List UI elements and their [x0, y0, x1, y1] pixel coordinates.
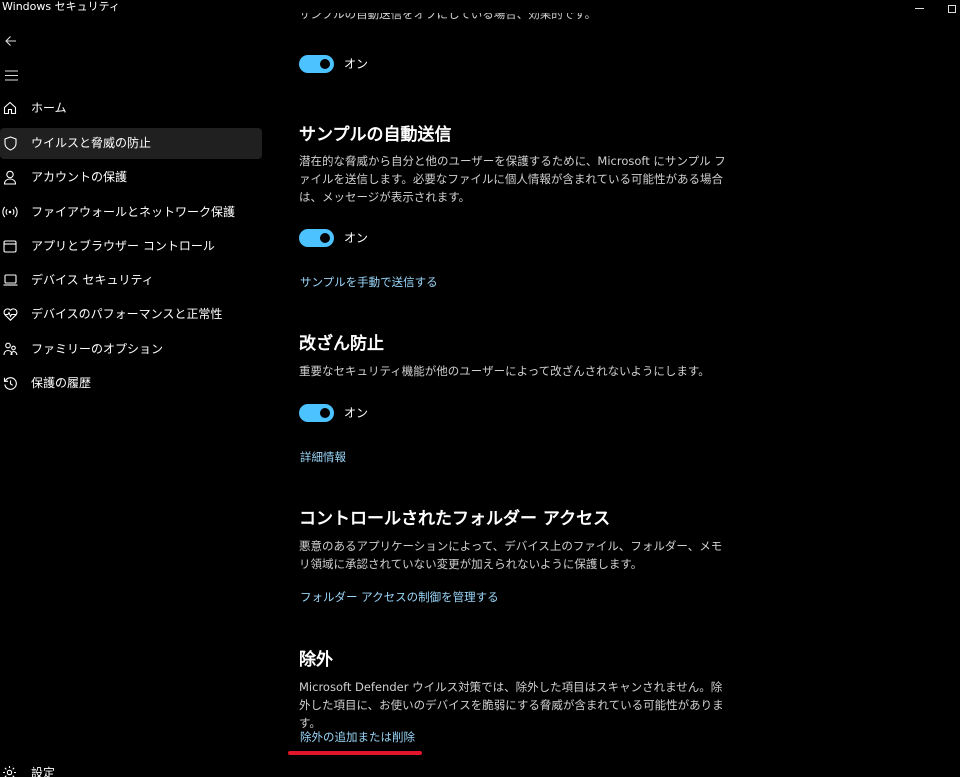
submit-sample-manually-link[interactable]: サンプルを手動で送信する: [300, 274, 438, 290]
laptop-icon: [2, 272, 18, 288]
sidebar: ホーム ウイルスと脅威の防止 アカウントの保護 ファイアウォールとネットワーク保…: [0, 16, 268, 777]
shield-icon: [2, 135, 18, 151]
maximize-button[interactable]: [945, 0, 959, 14]
sample-submission-title: サンプルの自動送信: [299, 125, 452, 145]
tamper-protection-description: 重要なセキュリティ機能が他のユーザーによって改ざんされないようにします。: [299, 364, 710, 378]
toggle-state-label: オン: [344, 231, 369, 245]
maximize-icon: [948, 4, 956, 13]
sidebar-item-label: デバイス セキュリティ: [31, 273, 154, 287]
sidebar-item-device-security[interactable]: デバイス セキュリティ: [0, 265, 262, 296]
sidebar-item-virus-threat-protection[interactable]: ウイルスと脅威の防止: [0, 128, 262, 159]
sidebar-item-label: ファイアウォールとネットワーク保護: [31, 205, 236, 219]
exclusions-description: Microsoft Defender ウイルス対策では、除外した項目はスキャンさ…: [299, 680, 724, 730]
wireless-icon: [2, 204, 18, 220]
hamburger-icon: [4, 69, 18, 81]
sample-submission-description: 潜在的な脅威から自分と他のユーザーを保護するために、Microsoft にサンプ…: [299, 154, 726, 204]
toggle-state-label: オン: [344, 406, 369, 420]
toggle-knob: [320, 59, 330, 69]
sidebar-item-label: デバイスのパフォーマンスと正常性: [31, 307, 223, 321]
history-icon: [2, 375, 18, 391]
person-icon: [2, 169, 18, 185]
sidebar-item-label: ホーム: [31, 101, 67, 115]
toggle-knob: [320, 408, 330, 418]
truncated-description: サンプルの自動送信をオフにしている場合、効果的です。: [299, 13, 739, 26]
gear-icon: [2, 765, 18, 777]
minimize-button[interactable]: [912, 0, 926, 14]
sidebar-item-label: アカウントの保護: [31, 170, 128, 184]
sidebar-item-device-performance[interactable]: デバイスのパフォーマンスと正常性: [0, 299, 262, 330]
sidebar-item-protection-history[interactable]: 保護の履歴: [0, 368, 262, 399]
heart-pulse-icon: [2, 306, 18, 322]
manage-controlled-folder-access-link[interactable]: フォルダー アクセスの制御を管理する: [300, 589, 499, 605]
truncated-description-text: サンプルの自動送信をオフにしている場合、効果的です。: [299, 13, 597, 21]
sidebar-item-firewall[interactable]: ファイアウォールとネットワーク保護: [0, 197, 262, 228]
sample-submission-toggle[interactable]: [299, 229, 334, 247]
back-button[interactable]: [0, 30, 22, 52]
learn-more-link[interactable]: 詳細情報: [300, 449, 346, 465]
family-icon: [2, 341, 18, 357]
sidebar-item-label: ファミリーのオプション: [31, 342, 164, 356]
tamper-protection-title: 改ざん防止: [299, 334, 384, 354]
toggle-knob: [320, 233, 330, 243]
windows-security-window: Windows セキュリティ ホーム ウイルスと脅威の防止 アカウントの保護 フ…: [0, 0, 960, 777]
exclusions-title: 除外: [299, 650, 333, 670]
sidebar-item-home[interactable]: ホーム: [0, 93, 262, 124]
sidebar-item-label: アプリとブラウザー コントロール: [31, 239, 215, 253]
app-title: Windows セキュリティ: [2, 0, 120, 13]
sidebar-item-settings[interactable]: 設定: [0, 761, 200, 777]
settings-label: 設定: [31, 766, 56, 777]
sidebar-item-app-browser-control[interactable]: アプリとブラウザー コントロール: [0, 231, 262, 262]
app-window-icon: [2, 238, 18, 254]
home-icon: [2, 100, 18, 116]
sidebar-item-label: ウイルスと脅威の防止: [31, 136, 152, 150]
back-arrow-icon: [5, 36, 16, 46]
minimize-icon: [914, 7, 924, 9]
add-remove-exclusions-link[interactable]: 除外の追加または削除: [300, 729, 415, 745]
controlled-folder-access-title: コントロールされたフォルダー アクセス: [299, 509, 611, 529]
tamper-protection-toggle[interactable]: [299, 404, 334, 422]
previous-setting-toggle[interactable]: [299, 55, 334, 73]
main-content: サンプルの自動送信をオフにしている場合、効果的です。 オン サンプルの自動送信 …: [299, 0, 759, 777]
previous-setting-toggle-row: オン: [299, 55, 368, 73]
sidebar-item-label: 保護の履歴: [31, 376, 92, 390]
sample-submission-toggle-row: オン: [299, 229, 368, 247]
tamper-protection-toggle-row: オン: [299, 404, 368, 422]
sidebar-item-family-options[interactable]: ファミリーのオプション: [0, 334, 262, 365]
sidebar-item-account-protection[interactable]: アカウントの保護: [0, 162, 262, 193]
annotation-underline: [288, 751, 422, 755]
toggle-state-label: オン: [344, 57, 369, 71]
controlled-folder-access-description: 悪意のあるアプリケーションによって、デバイス上のファイル、フォルダー、メモリ領域…: [299, 539, 723, 571]
menu-button[interactable]: [0, 64, 22, 86]
